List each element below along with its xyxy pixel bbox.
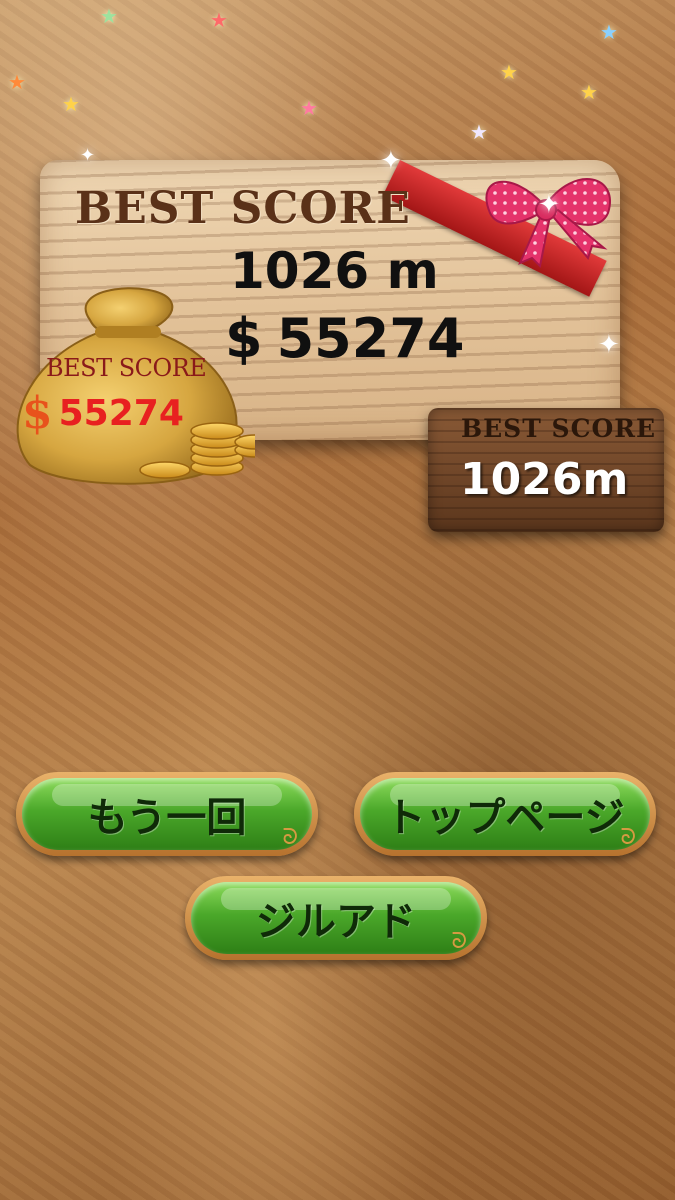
star-icon: ★ [8, 70, 26, 94]
more-apps-button[interactable]: ジルアド ᘐ [185, 876, 487, 960]
star-icon: ★ [600, 20, 618, 44]
plank-best-score-title: BEST SCORE [461, 414, 657, 443]
star-icon: ★ [580, 80, 598, 104]
star-icon: ★ [62, 92, 80, 116]
top-page-button-label: トップページ [385, 795, 625, 841]
bag-best-score-title: BEST SCORE [46, 354, 207, 382]
top-page-button[interactable]: トップページ ᘐ [354, 772, 656, 856]
swirl-ornament-icon: ᘐ [620, 825, 637, 850]
retry-button-face[interactable]: もう一回 [22, 778, 312, 850]
more-apps-button-face[interactable]: ジルアド [191, 882, 481, 954]
star-icon: ★ [300, 96, 318, 120]
best-score-title: BEST SCORE [75, 183, 411, 234]
money-bag-icon [16, 287, 255, 485]
best-money-value: 55274 [276, 307, 465, 370]
plank-distance-value: 1026m [460, 454, 629, 505]
star-icon: ★ [100, 4, 118, 28]
star-icon: ★ [470, 120, 488, 144]
best-money-line: $ 55274 [225, 307, 464, 370]
bag-money-line: $ 55274 [22, 388, 184, 439]
sparkle-icon: ✦ [80, 145, 96, 166]
sparkle-icon: ✦ [598, 330, 620, 360]
swirl-ornament-icon: ᘐ [451, 929, 468, 954]
swirl-ornament-icon: ᘐ [282, 825, 299, 850]
retry-button[interactable]: もう一回 ᘐ [16, 772, 318, 856]
top-page-button-face[interactable]: トップページ [360, 778, 650, 850]
star-icon: ★ [210, 8, 228, 32]
sparkle-icon: ✦ [380, 146, 402, 176]
bag-dollar-symbol: $ [22, 388, 53, 439]
star-icon: ★ [500, 60, 518, 84]
best-distance-value: 1026 m [230, 242, 439, 300]
sparkle-icon: ✦ [538, 190, 560, 220]
bag-money-value: 55274 [58, 393, 184, 434]
retry-button-label: もう一回 [87, 795, 247, 841]
more-apps-button-label: ジルアド [256, 899, 416, 945]
